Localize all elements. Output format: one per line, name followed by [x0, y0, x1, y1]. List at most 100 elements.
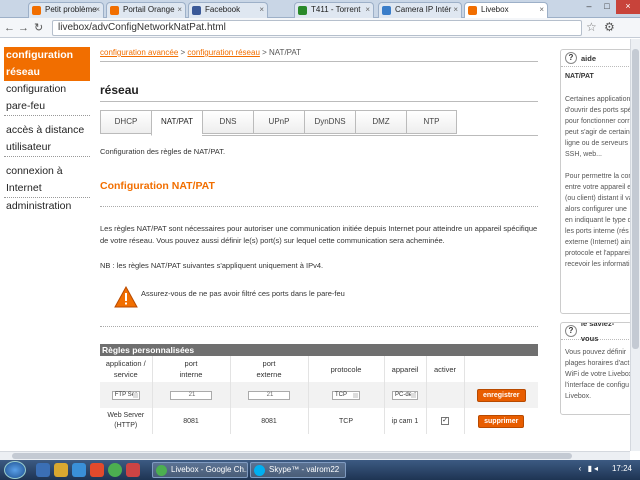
table-row-new: FTP Ser 21 21 TCP PC-de-r enregistrer: [100, 382, 538, 408]
app-icon[interactable]: [126, 463, 140, 477]
menu-item-remote-access[interactable]: accès à distance utilisateur: [4, 122, 90, 157]
table-header-row: application / service port interne port ext…: [100, 356, 538, 382]
menu-item-network-config[interactable]: configuration réseau: [4, 47, 90, 81]
activate-checkbox[interactable]: ✓: [441, 417, 449, 425]
col-int-port: port interne: [152, 356, 231, 382]
rule-ext-port: 8081: [230, 408, 309, 434]
folder-icon[interactable]: [54, 463, 68, 477]
rule-device: ip cam 1: [384, 408, 427, 434]
firefox-icon[interactable]: [90, 463, 104, 477]
tray-chevron-icon[interactable]: ‹: [579, 464, 584, 473]
col-device: appareil: [384, 356, 427, 382]
close-tab-icon[interactable]: ×: [539, 3, 544, 17]
vertical-scrollbar[interactable]: [630, 39, 640, 451]
scroll-thumb[interactable]: [12, 453, 572, 459]
bookmark-star-icon[interactable]: ☆: [586, 20, 597, 34]
forward-icon[interactable]: →: [18, 21, 29, 35]
taskbar-skype-task[interactable]: Skype™ - valrom22: [250, 462, 346, 478]
info-question-icon: ?: [565, 325, 577, 337]
delete-button[interactable]: supprimer: [478, 414, 525, 428]
window-close-icon[interactable]: ×: [616, 0, 640, 14]
close-tab-icon[interactable]: ×: [453, 3, 458, 17]
browser-tab[interactable]: Facebook ×: [188, 2, 268, 18]
help-title: aide: [581, 53, 597, 63]
start-button[interactable]: [4, 461, 26, 479]
ext-port-input[interactable]: 21: [248, 390, 290, 400]
menu-item-internet-connection[interactable]: connexion à Internet: [4, 163, 90, 198]
chrome-icon: [156, 465, 167, 476]
media-icon[interactable]: [72, 463, 86, 477]
app-select[interactable]: FTP Ser: [111, 390, 140, 400]
custom-rules-title: Règles personnalisées: [100, 344, 538, 356]
rule-int-port: 8081: [152, 408, 231, 434]
tab-ntp[interactable]: NTP: [406, 110, 457, 134]
tab-nat-pat[interactable]: NAT/PAT: [151, 110, 202, 136]
close-tab-icon[interactable]: ×: [177, 3, 182, 17]
help-question-icon: ?: [565, 52, 577, 64]
browser-tab[interactable]: Portail Orange ×: [106, 2, 186, 18]
help-panel: ? aide NAT/PAT Certaines applications d'o…: [560, 49, 630, 423]
tab-dmz[interactable]: DMZ: [355, 110, 406, 134]
maximize-icon[interactable]: □: [598, 0, 616, 14]
horizontal-scrollbar[interactable]: [0, 451, 630, 460]
breadcrumb-link-advanced[interactable]: configuration avancée: [100, 48, 178, 57]
close-tab-icon[interactable]: ×: [365, 3, 370, 17]
chrome-icon[interactable]: [108, 463, 122, 477]
device-select[interactable]: PC-de-r: [392, 390, 418, 400]
breadcrumb: configuration avancée > configuration ré…: [100, 48, 302, 57]
warning-icon: [114, 286, 138, 308]
save-button[interactable]: enregistrer: [476, 388, 526, 402]
did-you-know-box: ? le saviez-vous Vous pouvez définir plag…: [560, 322, 630, 415]
back-icon[interactable]: ←: [4, 21, 15, 35]
tab-dns[interactable]: DNS: [202, 110, 253, 134]
scroll-thumb[interactable]: [632, 49, 639, 349]
browser-tabbar: Petit problème × Portail Orange × Facebook…: [0, 0, 640, 19]
taskbar: Livebox - Google Ch... Skype™ - valrom22…: [0, 460, 640, 480]
close-tab-icon[interactable]: ×: [95, 3, 100, 17]
tab-upnp[interactable]: UPnP: [253, 110, 304, 134]
menu-item-firewall-config[interactable]: configuration pare-feu: [4, 81, 90, 116]
explorer-icon[interactable]: [36, 463, 50, 477]
reload-icon[interactable]: ↻: [34, 21, 43, 35]
help-text: Certaines applications d'ouvrir des port…: [565, 96, 630, 268]
menu-item-administration[interactable]: administration: [4, 198, 90, 215]
close-tab-icon[interactable]: ×: [259, 3, 264, 17]
did-you-know-title: le saviez-vous: [580, 322, 615, 343]
clock[interactable]: 17:24: [612, 464, 632, 473]
col-activate: activer: [426, 356, 465, 382]
page-description: Configuration des règles de NAT/PAT.: [100, 147, 226, 156]
int-port-input[interactable]: 21: [170, 390, 212, 400]
left-menu: configuration réseau configuration pare-…: [4, 47, 90, 215]
browser-tab[interactable]: Camera IP Intér ×: [378, 2, 462, 18]
divider: [100, 206, 538, 207]
minimize-icon[interactable]: –: [580, 0, 598, 14]
protocol-select[interactable]: TCP: [332, 390, 360, 400]
tray-volume-icon[interactable]: ◂: [594, 464, 600, 473]
nat-rules-table: application / service port interne port ext…: [100, 356, 538, 434]
help-box: ? aide NAT/PAT Certaines applications d'o…: [560, 49, 630, 314]
col-protocol: protocole: [308, 356, 385, 382]
nat-pat-explanation: Les règles NAT/PAT sont nécessaires pour…: [100, 224, 538, 245]
url-input[interactable]: livebox/advConfigNetworkNatPat.html: [52, 20, 582, 36]
browser-tab[interactable]: Petit problème ×: [28, 2, 104, 18]
address-toolbar: ← → ↻ livebox/advConfigNetworkNatPat.htm…: [0, 18, 640, 38]
table-row: Web Server (HTTP) 8081 8081 TCP ip cam 1 …: [100, 408, 538, 434]
divider: [100, 61, 538, 62]
browser-tab[interactable]: T411 - Torrent ×: [294, 2, 374, 18]
breadcrumb-link-network[interactable]: configuration réseau: [187, 48, 260, 57]
taskbar-chrome-task[interactable]: Livebox - Google Ch...: [152, 462, 248, 478]
breadcrumb-current: NAT/PAT: [269, 48, 302, 57]
skype-icon: [254, 465, 265, 476]
tabs-baseline: [202, 135, 538, 136]
col-ext-port: port externe: [230, 356, 309, 382]
system-tray: ‹ ▮◂: [579, 464, 600, 473]
help-subtitle: NAT/PAT: [565, 73, 594, 80]
tab-dyndns[interactable]: DynDNS: [304, 110, 355, 134]
wrench-icon[interactable]: ⚙: [604, 20, 615, 34]
favicon-icon: [382, 6, 391, 15]
favicon-icon: [110, 6, 119, 15]
browser-tab-active[interactable]: Livebox ×: [464, 2, 548, 19]
col-app: application / service: [100, 356, 153, 382]
favicon-icon: [468, 6, 477, 15]
tab-dhcp[interactable]: DHCP: [100, 110, 151, 134]
